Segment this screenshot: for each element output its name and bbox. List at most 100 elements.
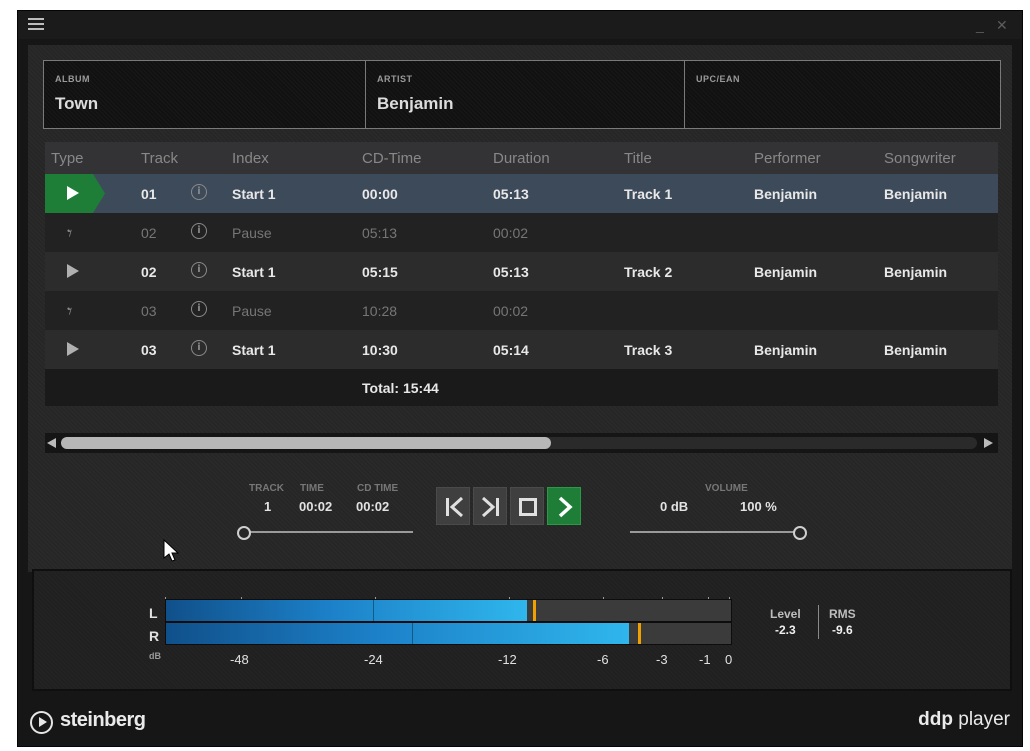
artist-label: ARTIST [377,74,413,84]
info-icon[interactable]: i [191,340,207,356]
duration: 00:02 [493,225,529,241]
artist-cell: ARTIST Benjamin [365,61,685,128]
index-label: Start 1 [232,342,276,358]
play-icon[interactable] [45,174,105,213]
cd-time: 10:30 [362,342,398,358]
column-performer[interactable]: Performer [754,150,821,167]
stop-button[interactable] [510,487,544,525]
performer: Benjamin [754,264,818,280]
artist-value[interactable]: Benjamin [377,94,454,114]
left-meter [165,599,732,622]
volume-slider[interactable] [630,531,800,533]
play-icon[interactable] [67,264,79,278]
table-row[interactable]: 01 i Start 1 00:00 05:13 Track 1 Benjami… [45,174,998,213]
right-meter-fill [166,623,629,644]
volume-db[interactable]: 0 dB [660,499,688,514]
volume-percent[interactable]: 100 % [740,499,777,514]
total-duration: Total: 15:44 [362,380,439,396]
left-meter-fill [166,600,527,621]
meter-divider [373,600,374,621]
column-songwriter[interactable]: Songwriter [884,150,956,167]
info-icon[interactable]: i [191,184,207,200]
table-row[interactable]: 02 i Start 1 05:15 05:13 Track 2 Benjami… [45,252,998,291]
track-number: 03 [141,342,157,358]
previous-track-button[interactable] [436,487,470,525]
album-value[interactable]: Town [55,94,98,114]
track-number: 02 [141,264,157,280]
next-track-button[interactable] [473,487,507,525]
stop-icon [519,498,537,516]
brand-name: steinberg [60,709,146,731]
rms-value: -9.6 [832,623,853,637]
product-name-light: player [952,709,1010,730]
column-cd-time[interactable]: CD-Time [362,150,421,167]
column-track[interactable]: Track [141,150,178,167]
close-button[interactable]: ✕ [996,17,1008,34]
scale-label: -6 [597,652,609,667]
level-rms-divider [818,605,819,639]
position-slider[interactable] [244,531,413,533]
volume-label: VOLUME [705,483,748,494]
scale-label: -24 [364,652,383,667]
pause-icon: 𝄾 [67,299,73,323]
play-icon [558,496,573,518]
track-list-header: Type Track Index CD-Time Duration Title … [45,142,998,174]
time-label: TIME [300,483,324,494]
album-label: ALBUM [55,74,90,84]
scale-label: -1 [699,652,711,667]
track-number: 02 [141,225,157,241]
skip-back-icon [446,496,464,518]
right-peak-indicator [638,623,641,644]
horizontal-scrollbar[interactable] [45,433,998,453]
meter-divider [412,623,413,644]
rms-label: RMS [829,607,856,621]
pause-icon: 𝄾 [67,221,73,245]
level-value: -2.3 [775,623,796,637]
scale-label: 0 [725,652,733,667]
cd-time: 05:15 [362,264,398,280]
cd-time: 05:13 [362,225,398,241]
table-row[interactable]: 𝄾 02 i Pause 05:13 00:02 [45,213,998,252]
cd-time-label: CD TIME [357,483,399,494]
table-row[interactable]: 𝄾 03 i Pause 10:28 00:02 [45,291,998,330]
info-icon[interactable]: i [191,301,207,317]
title: Track 3 [624,342,673,358]
duration: 00:02 [493,303,529,319]
column-title[interactable]: Title [624,150,652,167]
index-label: Start 1 [232,264,276,280]
duration: 05:13 [493,264,529,280]
skip-forward-icon [481,496,499,518]
scroll-left-icon[interactable] [47,438,56,448]
column-duration[interactable]: Duration [493,150,550,167]
position-slider-knob[interactable] [237,526,251,540]
title: Track 2 [624,264,673,280]
product-name: ddp player [918,709,1010,731]
cd-time: 10:28 [362,303,398,319]
track-number: 03 [141,303,157,319]
table-row[interactable]: 03 i Start 1 10:30 05:14 Track 3 Benjami… [45,330,998,369]
column-type[interactable]: Type [51,150,84,167]
disc-info-box: ALBUM Town ARTIST Benjamin UPC/EAN [43,60,1001,129]
left-peak-indicator [533,600,536,621]
index-label: Pause [232,303,272,319]
scroll-right-icon[interactable] [984,438,993,448]
column-index[interactable]: Index [232,150,269,167]
cd-time-value: 00:02 [356,499,390,514]
right-meter [165,622,732,645]
songwriter: Benjamin [884,186,948,202]
hamburger-icon[interactable] [28,18,44,30]
right-channel-label: R [149,628,160,644]
scroll-thumb[interactable] [61,437,551,449]
steinberg-logo-icon [30,711,53,734]
play-button[interactable] [547,487,581,525]
play-icon[interactable] [67,342,79,356]
info-icon[interactable]: i [191,262,207,278]
duration: 05:13 [493,186,529,202]
total-row: Total: 15:44 [45,369,998,406]
performer: Benjamin [754,186,818,202]
volume-slider-knob[interactable] [793,526,807,540]
info-icon[interactable]: i [191,223,207,239]
minimize-button[interactable]: _ [976,17,984,33]
scale-label: -48 [230,652,249,667]
track-value: 1 [264,499,272,514]
